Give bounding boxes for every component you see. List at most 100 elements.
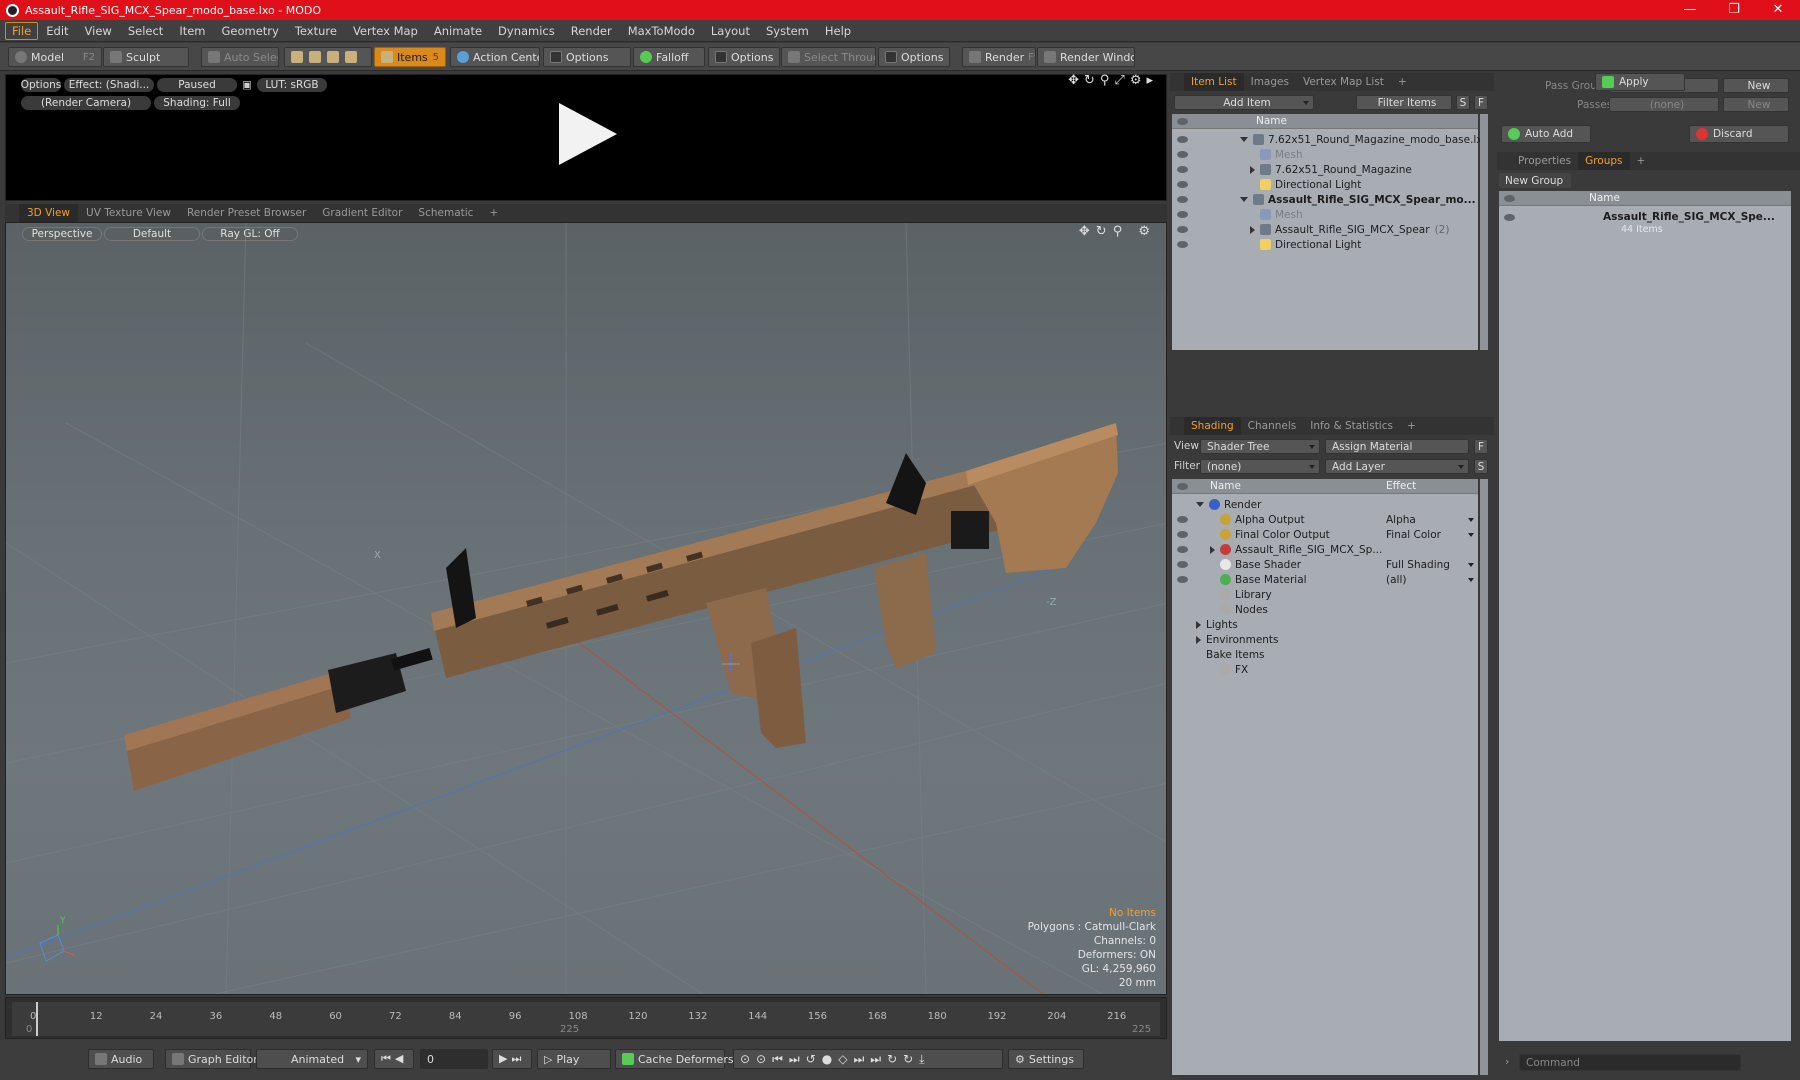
expand-arrow-icon[interactable] <box>1250 165 1255 174</box>
expand-arrow-icon[interactable] <box>1210 545 1215 554</box>
tab-images[interactable]: Images <box>1244 73 1296 91</box>
menu-edit[interactable]: Edit <box>38 22 76 40</box>
add-tab-button[interactable]: + <box>481 207 506 219</box>
animated-dropdown[interactable]: Animated ▾ <box>256 1049 368 1069</box>
vertices-icon[interactable] <box>291 51 303 63</box>
shading-dropdown[interactable]: Shading: Full <box>154 96 240 110</box>
discard-button[interactable]: Discard <box>1689 125 1789 143</box>
menu-vertex-map[interactable]: Vertex Map <box>345 22 426 40</box>
tab-vertex-map-list[interactable]: Vertex Map List <box>1296 73 1391 91</box>
menu-dynamics[interactable]: Dynamics <box>490 22 563 40</box>
shading-s-button[interactable]: S <box>1474 459 1488 474</box>
f-button[interactable]: F <box>1474 95 1488 110</box>
tab-channels[interactable]: Channels <box>1241 417 1304 435</box>
menu-animate[interactable]: Animate <box>426 22 490 40</box>
tab-gradient-editor[interactable]: Gradient Editor <box>314 207 410 219</box>
menu-geometry[interactable]: Geometry <box>214 22 287 40</box>
shader-tree[interactable]: Name Effect Render Alpha Output Alpha Final… <box>1172 479 1478 1075</box>
skip-forward-buttons[interactable]: ▶⏭ <box>492 1049 532 1069</box>
lut-dropdown[interactable]: LUT: sRGB <box>257 78 327 92</box>
eye-icon[interactable] <box>1177 226 1188 233</box>
eye-icon[interactable] <box>1177 516 1188 523</box>
timeline[interactable]: 0 12 24 36 48 60 72 84 96 108 120 132 144 156 168 180 19… <box>5 997 1167 1039</box>
items-mode-button[interactable]: Items 5 <box>374 47 446 67</box>
menu-maxtomodo[interactable]: MaxToModo <box>620 22 703 40</box>
passes-dropdown[interactable]: (none) <box>1609 97 1719 112</box>
minimize-button[interactable]: — <box>1668 0 1712 20</box>
falloff-options-button[interactable]: Options <box>708 47 780 67</box>
new-pass-group-button[interactable]: New <box>1723 78 1789 93</box>
menu-help[interactable]: Help <box>817 22 859 40</box>
expand-arrow-icon[interactable] <box>1240 137 1248 142</box>
select-through-options-button[interactable]: Options <box>878 47 950 67</box>
apply-button[interactable]: Apply <box>1595 73 1685 91</box>
frame-input[interactable]: 0 <box>420 1049 488 1069</box>
3d-viewport[interactable]: Perspective Default Ray GL: Off ✥↻⚲ ⚙ X … <box>5 222 1167 995</box>
new-group-button[interactable]: New Group <box>1499 173 1571 188</box>
add-tab-button[interactable]: + <box>1400 417 1423 435</box>
shader-tree-scrollbar[interactable] <box>1480 479 1488 1075</box>
groups-list[interactable]: Name Assault_Rifle_SIG_MCX_Spe... 44 Ite… <box>1499 191 1791 1041</box>
item-list-row[interactable]: Directional Light <box>1172 236 1478 253</box>
menu-file[interactable]: File <box>5 21 39 40</box>
model-mode-button[interactable]: Model F2 <box>8 47 102 67</box>
menu-select[interactable]: Select <box>120 22 171 40</box>
expand-arrow-icon[interactable] <box>1250 225 1255 234</box>
eye-icon[interactable] <box>1177 136 1188 143</box>
effect-dropdown[interactable]: Effect: (Shadi... <box>64 78 154 92</box>
filter-dropdown[interactable]: (none) <box>1200 459 1320 474</box>
tab-properties[interactable]: Properties <box>1511 152 1578 170</box>
effect-dropdown[interactable]: Full Shading <box>1386 559 1474 571</box>
effect-dropdown[interactable]: Alpha <box>1386 514 1474 526</box>
paused-button[interactable]: Paused <box>157 78 237 92</box>
timeline-ruler[interactable]: 0 12 24 36 48 60 72 84 96 108 120 132 144 156 168 180 19… <box>12 1002 1160 1036</box>
preview-view-controls[interactable]: ✥↻⚲⤢⚙▸ <box>1068 73 1158 88</box>
falloff-button[interactable]: Falloff <box>633 47 705 67</box>
preview-options-button[interactable]: Options <box>21 78 61 92</box>
tab-item-list[interactable]: Item List <box>1184 73 1244 91</box>
menu-system[interactable]: System <box>758 22 817 40</box>
filter-items-input[interactable]: Filter Items <box>1356 95 1452 110</box>
shading-f-button[interactable]: F <box>1474 439 1488 454</box>
render-window-button[interactable]: Render Window <box>1037 47 1135 67</box>
action-center-options-button[interactable]: Options <box>543 47 631 67</box>
shader-tree-row[interactable]: FX <box>1172 661 1478 678</box>
effect-dropdown[interactable]: Final Color <box>1386 529 1474 541</box>
lock-icon[interactable]: ▣ <box>240 78 254 92</box>
shader-tree-dropdown[interactable]: Shader Tree <box>1200 439 1320 454</box>
play-icon[interactable] <box>559 103 617 165</box>
cache-deformers-button[interactable]: Cache Deformers <box>615 1049 734 1069</box>
close-button[interactable]: ✕ <box>1756 0 1800 20</box>
polygons-icon[interactable] <box>327 51 339 63</box>
menu-item[interactable]: Item <box>171 22 213 40</box>
add-layer-dropdown[interactable]: Add Layer <box>1325 459 1469 474</box>
settings-button[interactable]: ⚙ Settings <box>1008 1049 1084 1069</box>
item-list-tree[interactable]: Name 7.62x51_Round_Magazine_modo_base.lx… <box>1172 114 1489 350</box>
auto-add-button[interactable]: Auto Add <box>1501 125 1591 143</box>
eye-icon[interactable] <box>1177 166 1188 173</box>
menu-render[interactable]: Render <box>563 22 620 40</box>
add-tab-button[interactable]: + <box>1391 73 1414 91</box>
expand-arrow-icon[interactable] <box>1240 197 1248 202</box>
menu-view[interactable]: View <box>77 22 120 40</box>
sculpt-mode-button[interactable]: Sculpt <box>103 47 189 67</box>
action-center-button[interactable]: Action Center <box>450 47 540 67</box>
menu-texture[interactable]: Texture <box>287 22 345 40</box>
auto-select-button[interactable]: Auto Select <box>201 47 279 67</box>
maximize-button[interactable]: ❐ <box>1712 0 1756 20</box>
assign-material-button[interactable]: Assign Material <box>1325 439 1469 454</box>
graph-editor-button[interactable]: Graph Editor <box>165 1049 258 1069</box>
eye-icon[interactable] <box>1177 531 1188 538</box>
eye-icon[interactable] <box>1177 151 1188 158</box>
edges-icon[interactable] <box>309 51 321 63</box>
eye-icon[interactable] <box>1177 196 1188 203</box>
materials-icon[interactable] <box>345 51 357 63</box>
tab-shading[interactable]: Shading <box>1184 417 1241 435</box>
key-tools-group[interactable]: ⊙⊙⏮⏭↺●◇⏭⏭↻↻⤓ <box>733 1049 1003 1069</box>
tab-groups[interactable]: Groups <box>1578 152 1630 170</box>
render-button[interactable]: RenderF9 <box>962 47 1036 67</box>
eye-icon[interactable] <box>1177 181 1188 188</box>
eye-icon[interactable] <box>1177 211 1188 218</box>
expand-arrow-icon[interactable] <box>1196 502 1204 507</box>
effect-dropdown[interactable]: (all) <box>1386 574 1474 586</box>
